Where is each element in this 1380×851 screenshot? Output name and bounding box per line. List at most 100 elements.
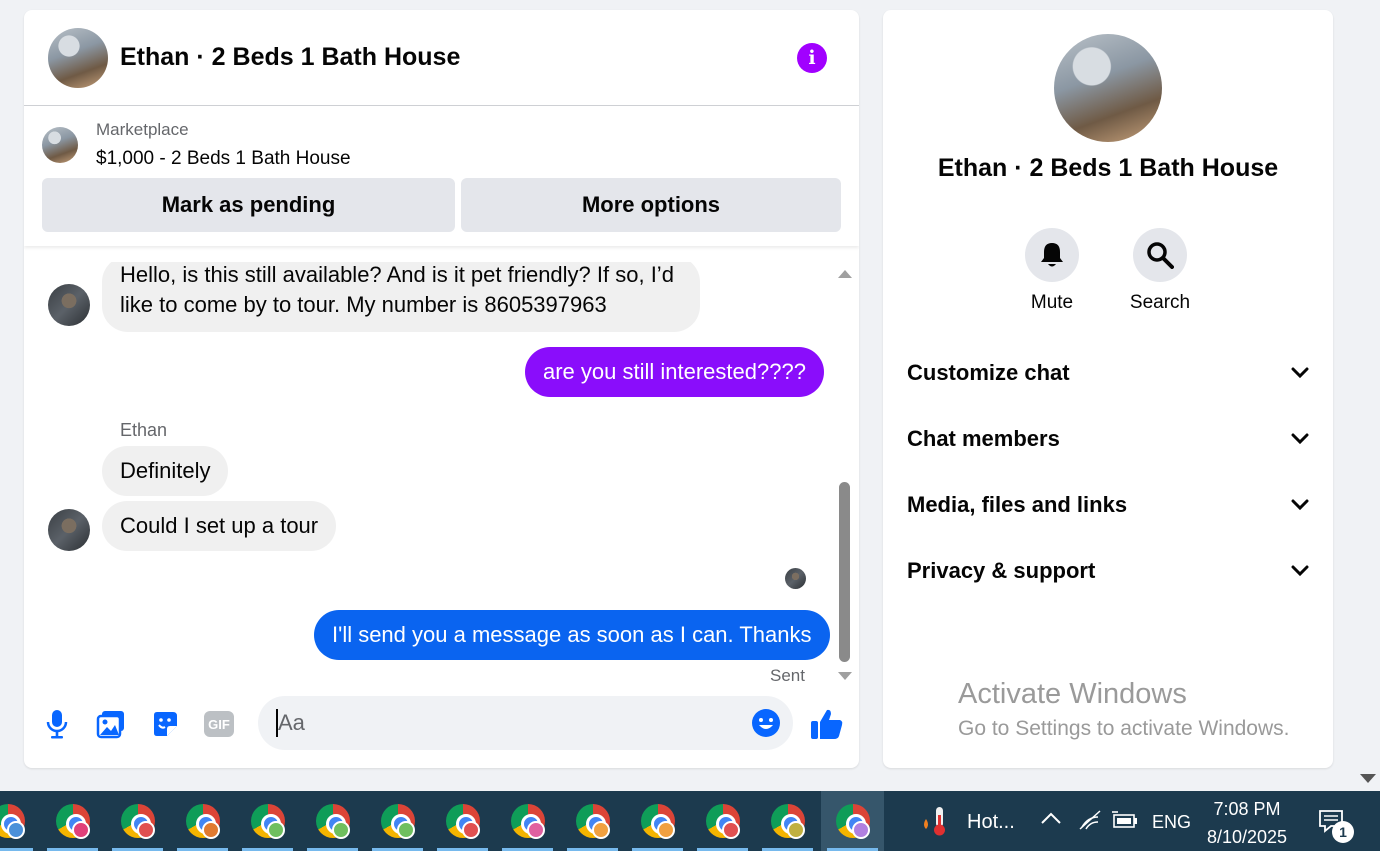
section-label: Customize chat	[907, 360, 1070, 385]
chrome-profile-taskbar-button[interactable]	[626, 791, 689, 851]
clock-time: 7:08 PM	[1213, 799, 1281, 819]
profile-badge-icon	[462, 821, 480, 839]
microphone-icon[interactable]	[42, 709, 72, 739]
scroll-up-arrow[interactable]	[838, 270, 852, 278]
message-row: Could I set up a tour	[48, 501, 337, 551]
mute-label: Mute	[1030, 292, 1074, 313]
chrome-profile-taskbar-button[interactable]	[561, 791, 624, 851]
message-bubble-outgoing[interactable]: I'll send you a message as soon as I can…	[314, 610, 830, 660]
conversation-avatar[interactable]	[48, 27, 108, 88]
chrome-profile-taskbar-button[interactable]	[691, 791, 754, 851]
profile-badge-icon	[722, 821, 740, 839]
chrome-profile-taskbar-button[interactable]	[0, 791, 39, 851]
profile-badge-icon	[202, 821, 220, 839]
weather-label[interactable]: Hot...	[967, 811, 1015, 834]
sender-avatar[interactable]	[48, 284, 90, 326]
more-options-button[interactable]: More options	[461, 178, 841, 232]
scroll-down-arrow[interactable]	[838, 672, 852, 680]
listing-summary[interactable]: Marketplace $1,000 - 2 Beds 1 Bath House	[42, 120, 841, 170]
message-row: Definitely	[102, 446, 229, 496]
section-label: Privacy & support	[907, 558, 1096, 583]
media-files-links-section[interactable]: Media, files and links	[883, 478, 1333, 532]
watermark-subtitle: Go to Settings to activate Windows.	[958, 717, 1290, 740]
watermark-title: Activate Windows	[958, 678, 1187, 710]
profile-badge-icon	[787, 821, 805, 839]
privacy-support-section[interactable]: Privacy & support	[883, 544, 1333, 598]
chrome-profile-taskbar-button[interactable]	[366, 791, 429, 851]
thumbs-up-icon[interactable]	[810, 708, 844, 740]
section-label: Chat members	[907, 426, 1060, 451]
search-button[interactable]: Search	[1115, 228, 1205, 314]
message-scrollbar[interactable]	[836, 262, 852, 682]
message-list[interactable]: Hello, is this still available? And is i…	[24, 262, 859, 692]
details-title: Ethan · 2 Beds 1 Bath House	[937, 154, 1279, 182]
message-bubble-incoming[interactable]: Definitely	[102, 446, 229, 496]
taskbar: Hot... ENG 7:08 PM 8/10/2025 1	[0, 791, 1380, 851]
sender-avatar[interactable]	[48, 509, 90, 551]
mute-button[interactable]: Mute	[1007, 228, 1097, 314]
marketplace-listing-bar: Marketplace $1,000 - 2 Beds 1 Bath House…	[24, 106, 859, 246]
conversation-title[interactable]: Ethan · 2 Beds 1 Bath House	[120, 43, 797, 72]
listing-kind: Marketplace	[96, 120, 189, 139]
chevron-down-icon	[1291, 565, 1309, 577]
message-bubble-incoming[interactable]: Could I set up a tour	[102, 501, 337, 551]
read-receipt-avatar	[785, 568, 806, 589]
conversation-details-panel: Ethan · 2 Beds 1 Bath House Mute Search …	[883, 10, 1333, 768]
clock[interactable]: 7:08 PM 8/10/2025	[1200, 795, 1294, 851]
notifications-button[interactable]: 1	[1318, 809, 1354, 843]
info-icon[interactable]: i	[797, 42, 827, 73]
profile-badge-icon	[592, 821, 610, 839]
listing-name: $1,000 - 2 Beds 1 Bath House	[96, 148, 351, 169]
chrome-profile-taskbar-button[interactable]	[496, 791, 559, 851]
gif-label: GIF	[204, 711, 234, 737]
chevron-up-icon[interactable]	[1040, 811, 1062, 830]
chrome-profile-taskbar-button[interactable]	[301, 791, 364, 851]
chrome-profile-taskbar-button[interactable]	[756, 791, 819, 851]
details-avatar[interactable]	[1054, 34, 1162, 142]
message-row: Hello, is this still available? And is i…	[48, 262, 700, 332]
profile-badge-icon	[527, 821, 545, 839]
profile-badge-icon	[657, 821, 675, 839]
message-row: are you still interested????	[525, 347, 824, 397]
search-circle	[1133, 228, 1187, 282]
chrome-profile-taskbar-button[interactable]	[821, 791, 884, 851]
scroll-thumb[interactable]	[839, 482, 850, 662]
profile-badge-icon	[72, 821, 90, 839]
message-bubble-incoming[interactable]: Hello, is this still available? And is i…	[102, 262, 700, 332]
message-composer: GIF	[24, 696, 859, 752]
photo-icon[interactable]	[96, 709, 126, 739]
chat-members-section[interactable]: Chat members	[883, 412, 1333, 466]
battery-icon[interactable]	[1110, 809, 1138, 836]
chrome-profile-taskbar-button[interactable]	[41, 791, 104, 851]
profile-badge-icon	[852, 821, 870, 839]
chrome-profile-taskbar-button[interactable]	[106, 791, 169, 851]
search-label: Search	[1129, 292, 1191, 313]
profile-badge-icon	[332, 821, 350, 839]
chevron-down-icon	[1291, 433, 1309, 445]
language-indicator[interactable]: ENG	[1152, 812, 1191, 833]
notification-count-badge: 1	[1332, 821, 1354, 843]
section-label: Media, files and links	[907, 492, 1128, 517]
sender-name: Ethan	[120, 420, 168, 440]
message-bubble-outgoing[interactable]: are you still interested????	[525, 347, 824, 397]
wifi-icon[interactable]	[1078, 809, 1102, 836]
chevron-down-icon	[1291, 367, 1309, 379]
message-input-container	[258, 696, 793, 750]
search-icon	[1147, 242, 1174, 269]
gif-icon[interactable]: GIF	[204, 709, 234, 739]
sticker-icon[interactable]	[150, 709, 180, 739]
thermometer-icon[interactable]	[920, 805, 948, 837]
profile-badge-icon	[137, 821, 155, 839]
profile-badge-icon	[397, 821, 415, 839]
listing-thumbnail	[42, 127, 78, 163]
clock-date: 8/10/2025	[1206, 827, 1288, 847]
page-scroll-down-arrow[interactable]	[1360, 774, 1376, 783]
message-input[interactable]	[278, 710, 718, 736]
sent-status: Sent	[770, 666, 805, 685]
customize-chat-section[interactable]: Customize chat	[883, 346, 1333, 400]
chrome-profile-taskbar-button[interactable]	[236, 791, 299, 851]
emoji-icon[interactable]	[751, 708, 781, 738]
mark-as-pending-button[interactable]: Mark as pending	[42, 178, 455, 232]
chrome-profile-taskbar-button[interactable]	[171, 791, 234, 851]
chrome-profile-taskbar-button[interactable]	[431, 791, 494, 851]
